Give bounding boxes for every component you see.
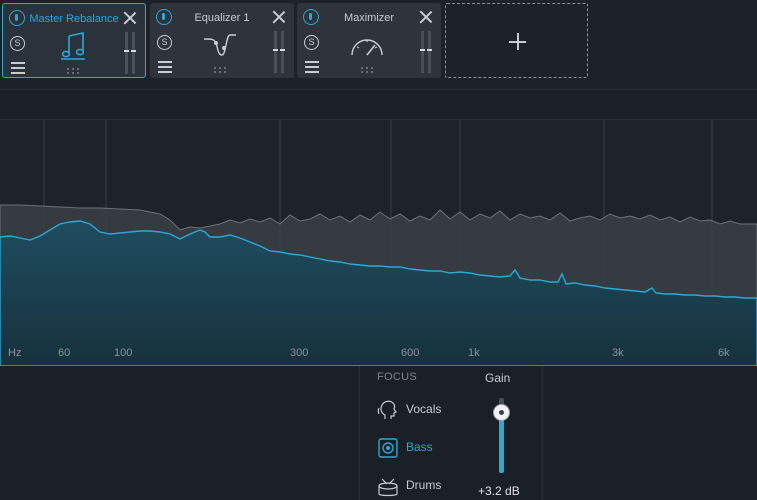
eq-curve-icon [203,34,236,56]
freq-label: 100 [114,347,133,359]
output-meter [124,32,137,74]
gain-slider-thumb[interactable] [494,404,509,420]
add-module-button[interactable] [445,3,588,78]
focus-item-drums[interactable]: Drums [376,474,476,498]
focus-item-bass[interactable]: Bass [376,436,476,460]
focus-item-label: Bass [406,440,433,454]
drag-grip-icon[interactable] [67,68,79,74]
focus-item-vocals[interactable]: Vocals [376,398,476,422]
output-meter [273,31,286,73]
list-icon[interactable] [158,61,172,73]
plus-icon [509,33,526,50]
gain-value: +3.2 dB [478,484,520,498]
gain-slider[interactable] [494,398,509,473]
solo-button[interactable]: S [157,35,172,50]
gain-slider-fill [499,411,504,473]
drag-grip-icon[interactable] [361,67,373,73]
module-title: Master Rebalance [29,13,119,25]
module-title: Maximizer [343,12,395,24]
spectrum-graph [0,120,757,366]
focus-heading: FOCUS [377,371,417,383]
solo-button[interactable]: S [304,35,319,50]
spectrum-analyzer: Hz 60 100 300 600 1k 3k 6k [0,119,757,366]
module-chain: Master Rebalance S Equalizer 1 S Maximiz… [0,0,757,90]
close-icon[interactable] [419,10,433,24]
list-icon[interactable] [305,61,319,73]
module-master-rebalance[interactable]: Master Rebalance S [2,3,146,78]
drum-icon [378,478,398,497]
freq-label: 300 [290,347,309,359]
focus-item-label: Drums [406,478,442,492]
module-equalizer-1[interactable]: Equalizer 1 S [150,3,294,78]
drag-grip-icon[interactable] [214,67,226,73]
close-icon[interactable] [272,10,286,24]
freq-label: 600 [401,347,420,359]
focus-item-label: Vocals [406,402,442,416]
unit-label: Hz [8,347,22,359]
face-profile-icon [377,400,397,419]
freq-label: 6k [718,347,730,359]
solo-button[interactable]: S [10,36,25,51]
speaker-icon [378,438,398,458]
power-icon[interactable] [156,9,172,25]
focus-panel: FOCUS Vocals Bass Drums Gain +3.2 dB [359,366,543,500]
output-meter [420,31,433,73]
rebalance-app: Master Rebalance S Equalizer 1 S Maximiz… [0,0,757,500]
close-icon[interactable] [123,11,137,25]
freq-label: 3k [612,347,624,359]
power-icon[interactable] [9,10,25,26]
music-note-icon [61,32,85,60]
freq-label: 1k [468,347,480,359]
module-title: Equalizer 1 [194,12,250,24]
gain-label: Gain [485,371,511,385]
power-icon[interactable] [303,9,319,25]
list-icon[interactable] [11,62,25,74]
module-maximizer[interactable]: Maximizer S [297,3,441,78]
freq-label: 60 [58,347,71,359]
gauge-icon [351,39,383,56]
